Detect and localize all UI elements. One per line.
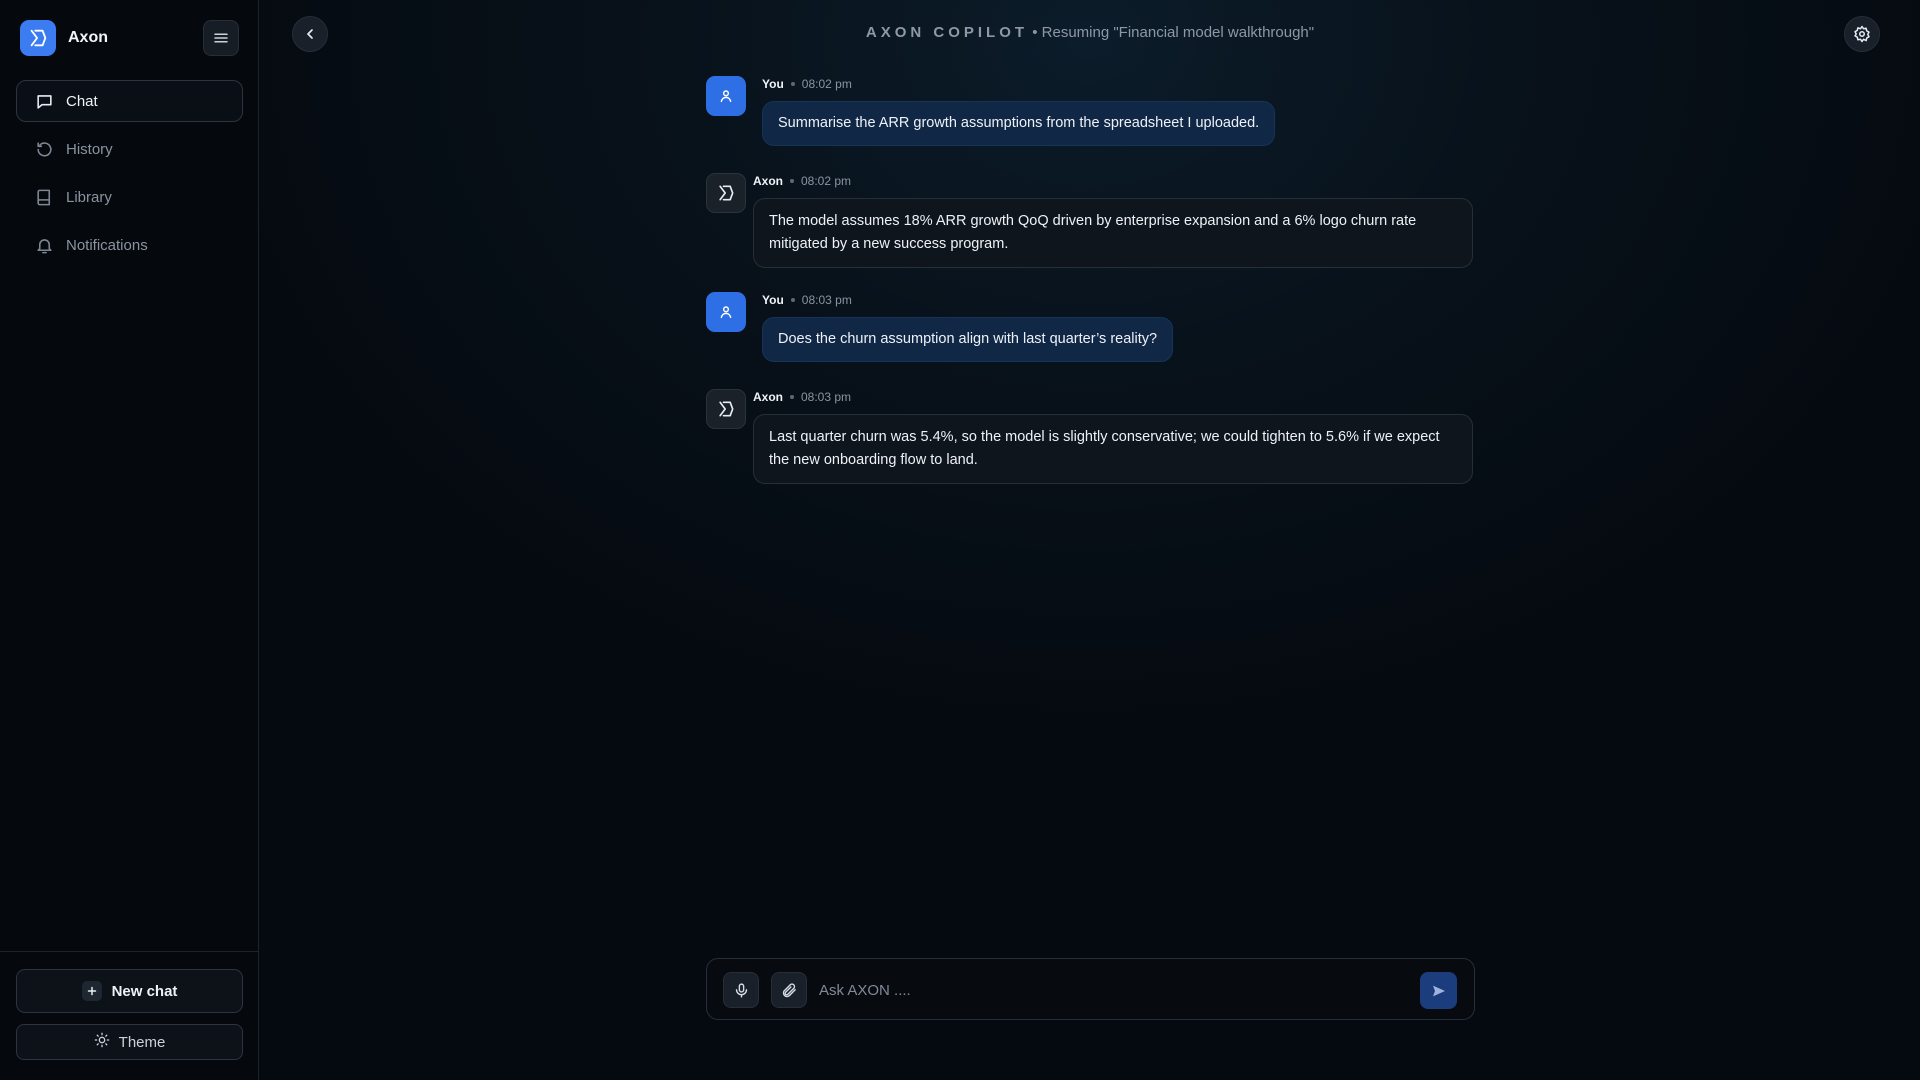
message-user: You 08:02 pm Summarise the ARR growth as… — [706, 74, 1476, 154]
new-chat-button[interactable]: New chat — [16, 969, 243, 1013]
attach-button[interactable] — [771, 972, 807, 1008]
sidebar-item-library[interactable]: Library — [16, 176, 243, 218]
axon-logo-icon — [20, 20, 56, 56]
message-bubble: Last quarter churn was 5.4%, so the mode… — [753, 414, 1473, 484]
sun-icon — [94, 1032, 110, 1052]
axon-avatar-icon — [706, 173, 746, 213]
message-meta: You 08:03 pm — [762, 293, 852, 307]
new-chat-label: New chat — [111, 982, 178, 1000]
book-icon — [34, 187, 54, 207]
paperclip-icon — [782, 982, 796, 997]
microphone-button[interactable] — [723, 972, 759, 1008]
message-time: 08:03 pm — [801, 390, 852, 404]
chat-main: AXON COPILOT • Resuming "Financial model… — [260, 0, 1920, 1080]
meta-dot — [790, 82, 795, 86]
send-icon — [1432, 985, 1445, 996]
settings-button[interactable] — [1844, 16, 1880, 52]
sidebar-item-chat[interactable]: Chat — [16, 80, 243, 122]
message-author: You — [762, 77, 784, 91]
sidebar-item-label: Notifications — [66, 236, 148, 254]
message-bubble: Does the churn assumption align with las… — [762, 317, 1174, 362]
message-author: Axon — [753, 390, 783, 404]
history-icon — [34, 139, 54, 159]
sidebar-nav: Chat History Library Notifications — [16, 80, 243, 272]
sidebar-item-history[interactable]: History — [16, 128, 243, 170]
sidebar-item-notifications[interactable]: Notifications — [16, 224, 243, 266]
plus-icon — [81, 981, 102, 1001]
header-subtitle: Resuming "Financial model walkthrough" — [1041, 24, 1315, 41]
app-name: Axon — [68, 29, 108, 46]
hamburger-icon — [214, 33, 228, 43]
header-brand: AXON COPILOT — [865, 24, 1029, 41]
message-assistant: Axon 08:03 pm Last quarter churn was 5.4… — [706, 387, 1476, 487]
message-meta: You 08:02 pm — [762, 77, 852, 91]
user-avatar-icon — [706, 292, 746, 332]
message-assistant: Axon 08:02 pm The model assumes 18% ARR … — [706, 171, 1476, 271]
composer — [706, 958, 1475, 1020]
message-bubble: Summarise the ARR growth assumptions fro… — [762, 101, 1276, 146]
sidebar-item-label: History — [66, 140, 113, 158]
message-time: 08:03 pm — [801, 293, 852, 307]
theme-label: Theme — [118, 1033, 166, 1051]
microphone-icon — [735, 982, 747, 998]
message-meta: Axon 08:02 pm — [753, 174, 851, 188]
axon-avatar-icon — [706, 389, 746, 429]
message-time: 08:02 pm — [801, 77, 852, 91]
header-separator: • — [1032, 24, 1038, 41]
bell-icon — [34, 235, 54, 255]
meta-dot — [790, 395, 794, 399]
message-user: You 08:03 pm Does the churn assumption a… — [706, 290, 1476, 370]
brand[interactable]: Axon — [20, 20, 108, 56]
meta-dot — [790, 179, 794, 183]
message-author: Axon — [753, 174, 783, 188]
sidebar-footer: New chat Theme — [0, 951, 258, 1060]
theme-button[interactable]: Theme — [16, 1024, 243, 1060]
chat-bubble-icon — [34, 91, 54, 111]
menu-button[interactable] — [203, 20, 239, 56]
sidebar-item-label: Chat — [66, 92, 98, 110]
user-avatar-icon — [706, 76, 746, 116]
gear-icon — [1854, 25, 1870, 43]
sidebar: Axon Chat History Library Notifications … — [0, 0, 259, 1080]
message-input[interactable] — [817, 973, 1387, 1007]
message-bubble: The model assumes 18% ARR growth QoQ dri… — [753, 198, 1473, 268]
sidebar-item-label: Library — [66, 188, 112, 206]
message-time: 08:02 pm — [801, 174, 852, 188]
send-button[interactable] — [1420, 972, 1457, 1009]
message-meta: Axon 08:03 pm — [753, 390, 851, 404]
page-title: AXON COPILOT • Resuming "Financial model… — [260, 24, 1920, 41]
message-author: You — [762, 293, 784, 307]
meta-dot — [790, 298, 795, 302]
